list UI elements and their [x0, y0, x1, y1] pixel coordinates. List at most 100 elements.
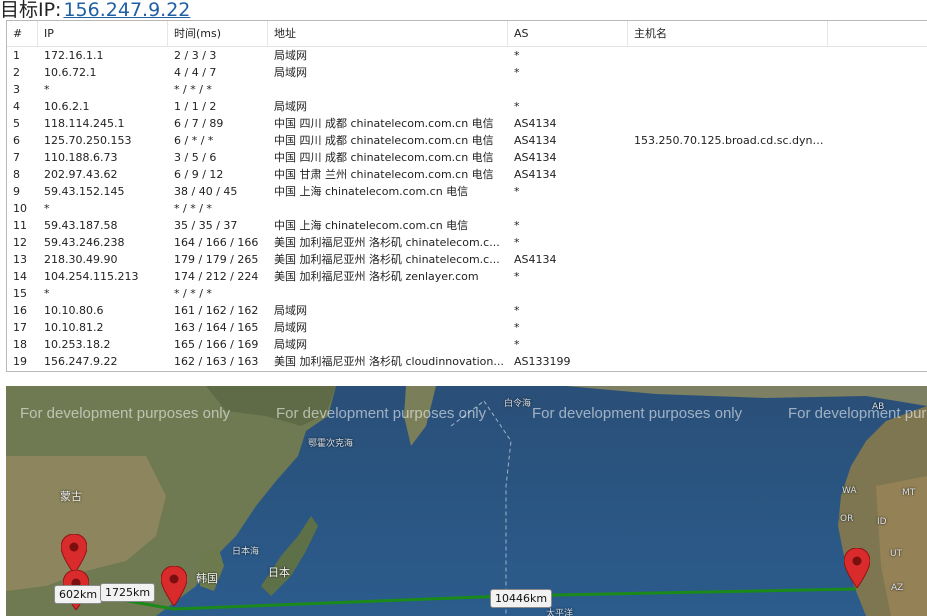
watermark-text: For development purposes only: [788, 405, 927, 422]
hop-address: 美国 加利福尼亚州 洛杉矶 chinatelecom.c...: [274, 253, 500, 266]
hop-address: 美国 加利福尼亚州 洛杉矶 chinatelecom.c...: [274, 236, 500, 249]
hop-hostname: [628, 268, 828, 285]
map-label-mt: MT: [902, 488, 916, 498]
hop-as: AS133199: [514, 355, 571, 368]
hop-number: 3: [13, 83, 20, 96]
hop-number: 12: [13, 236, 27, 249]
hop-time: 1 / 1 / 2: [174, 100, 217, 113]
hop-number: 15: [13, 287, 27, 300]
table-row[interactable]: 4 10.6.2.1 1 / 1 / 2 局域网 *: [7, 98, 927, 115]
hop-as: *: [514, 321, 520, 334]
hop-hostname: [628, 353, 828, 370]
hop-as: *: [514, 185, 520, 198]
hop-ip: 172.16.1.1: [44, 49, 104, 62]
hop-address: 美国 加利福尼亚州 洛杉矶 zenlayer.com: [274, 270, 479, 283]
table-row[interactable]: 9 59.43.152.145 38 / 40 / 45 中国 上海 chinatel…: [7, 183, 927, 200]
table-row[interactable]: 11 59.43.187.58 35 / 35 / 37 中国 上海 chinatel…: [7, 217, 927, 234]
map-label-bering: 白令海: [504, 399, 532, 409]
column-header-num[interactable]: #: [7, 21, 38, 46]
hop-address: [268, 285, 508, 302]
hop-as: *: [514, 304, 520, 317]
table-row[interactable]: 7 110.188.6.73 3 / 5 / 6 中国 四川 成都 chinatele…: [7, 149, 927, 166]
hop-hostname: [628, 98, 828, 115]
hop-as: AS4134: [514, 253, 557, 266]
column-header-time[interactable]: 时间(ms): [168, 21, 268, 46]
map-label-ab: AB: [872, 402, 885, 412]
hop-address: 中国 四川 成都 chinatelecom.com.cn 电信: [274, 117, 494, 130]
table-row[interactable]: 19 156.247.9.22 162 / 163 / 163 美国 加利福尼亚州 洛…: [7, 353, 927, 370]
hop-number: 6: [13, 134, 20, 147]
hop-time: 165 / 166 / 169: [174, 338, 259, 351]
hop-time: * / * / *: [174, 202, 212, 215]
map-label-ut: UT: [890, 549, 903, 559]
hop-time: 161 / 162 / 162: [174, 304, 259, 317]
hop-address: 局域网: [274, 338, 307, 351]
table-row[interactable]: 13 218.30.49.90 179 / 179 / 265 美国 加利福尼亚州 洛…: [7, 251, 927, 268]
table-row[interactable]: 14 104.254.115.213 174 / 212 / 224 美国 加利福尼亚…: [7, 268, 927, 285]
table-row[interactable]: 2 10.6.72.1 4 / 4 / 7 局域网 *: [7, 64, 927, 81]
table-row[interactable]: 6 125.70.250.153 6 / * / * 中国 四川 成都 chinate…: [7, 132, 927, 149]
hop-time: 35 / 35 / 37: [174, 219, 238, 232]
hop-ip: 118.114.245.1: [44, 117, 125, 130]
table-row[interactable]: 8 202.97.43.62 6 / 9 / 12 中国 甘肃 兰州 chinatel…: [7, 166, 927, 183]
hop-address: 美国 加利福尼亚州 洛杉矶 cloudinnovation...: [274, 355, 504, 368]
hop-hostname: [628, 302, 828, 319]
hop-ip: 59.43.152.145: [44, 185, 125, 198]
map-label-mongolia: 蒙古: [60, 490, 82, 503]
hop-number: 17: [13, 321, 27, 334]
map-pin-icon[interactable]: [61, 534, 87, 574]
hop-number: 18: [13, 338, 27, 351]
hop-hostname: [628, 183, 828, 200]
table-row[interactable]: 3 * * / * / *: [7, 81, 927, 98]
column-header-address[interactable]: 地址: [268, 21, 508, 46]
hop-as: *: [514, 236, 520, 249]
column-header-filler: [828, 21, 927, 46]
map-pin-icon[interactable]: [844, 548, 870, 588]
table-row[interactable]: 10 * * / * / *: [7, 200, 927, 217]
target-ip-link[interactable]: 156.247.9.22: [63, 0, 190, 21]
hop-time: * / * / *: [174, 287, 212, 300]
watermark-text: For development purposes only: [20, 405, 231, 422]
hop-ip: 104.254.115.213: [44, 270, 139, 283]
hop-ip: 156.247.9.22: [44, 355, 118, 368]
watermark-text: For development purposes only: [276, 405, 487, 422]
map-pin-icon[interactable]: [161, 566, 187, 606]
hop-time: 179 / 179 / 265: [174, 253, 259, 266]
hop-time: 163 / 164 / 165: [174, 321, 259, 334]
hop-number: 11: [13, 219, 27, 232]
hop-as: AS4134: [514, 134, 557, 147]
table-row[interactable]: 12 59.43.246.238 164 / 166 / 166 美国 加利福尼亚州 …: [7, 234, 927, 251]
map-label-japan-sea: 日本海: [232, 547, 260, 557]
hop-hostname: 153.250.70.125.broad.cd.sc.dynam...: [634, 134, 828, 147]
hop-hostname: [628, 47, 828, 64]
table-row[interactable]: 17 10.10.81.2 163 / 164 / 165 局域网 *: [7, 319, 927, 336]
hop-time: 6 / * / *: [174, 134, 214, 147]
hop-as: AS4134: [514, 151, 557, 164]
hop-hostname: [628, 149, 828, 166]
hop-as: [508, 200, 628, 217]
hop-address: 中国 上海 chinatelecom.com.cn 电信: [274, 185, 469, 198]
map-label-az: AZ: [891, 583, 904, 593]
hop-hostname: [628, 336, 828, 353]
hop-hostname: [628, 251, 828, 268]
traceroute-table: # IP 时间(ms) 地址 AS 主机名 1 172.16.1.1 2 / 3 /…: [6, 20, 927, 372]
map-label-okhotsk: 鄂霍次克海: [308, 439, 354, 449]
hop-number: 2: [13, 66, 20, 79]
table-row[interactable]: 16 10.10.80.6 161 / 162 / 162 局域网 *: [7, 302, 927, 319]
hop-number: 5: [13, 117, 20, 130]
column-header-hostname[interactable]: 主机名: [628, 21, 828, 46]
table-row[interactable]: 18 10.253.18.2 165 / 166 / 169 局域网 *: [7, 336, 927, 353]
route-map[interactable]: For development purposes only For develo…: [6, 386, 927, 616]
column-header-ip[interactable]: IP: [38, 21, 168, 46]
distance-label: 1725km: [100, 583, 156, 602]
hop-ip: 10.6.72.1: [44, 66, 97, 79]
hop-as: *: [514, 270, 520, 283]
hop-time: 3 / 5 / 6: [174, 151, 217, 164]
column-header-as[interactable]: AS: [508, 21, 628, 46]
table-row[interactable]: 1 172.16.1.1 2 / 3 / 3 局域网 *: [7, 47, 927, 64]
table-row[interactable]: 5 118.114.245.1 6 / 7 / 89 中国 四川 成都 chinate…: [7, 115, 927, 132]
hop-number: 16: [13, 304, 27, 317]
table-row[interactable]: 15 * * / * / *: [7, 285, 927, 302]
hop-as: [508, 81, 628, 98]
hop-time: * / * / *: [174, 83, 212, 96]
